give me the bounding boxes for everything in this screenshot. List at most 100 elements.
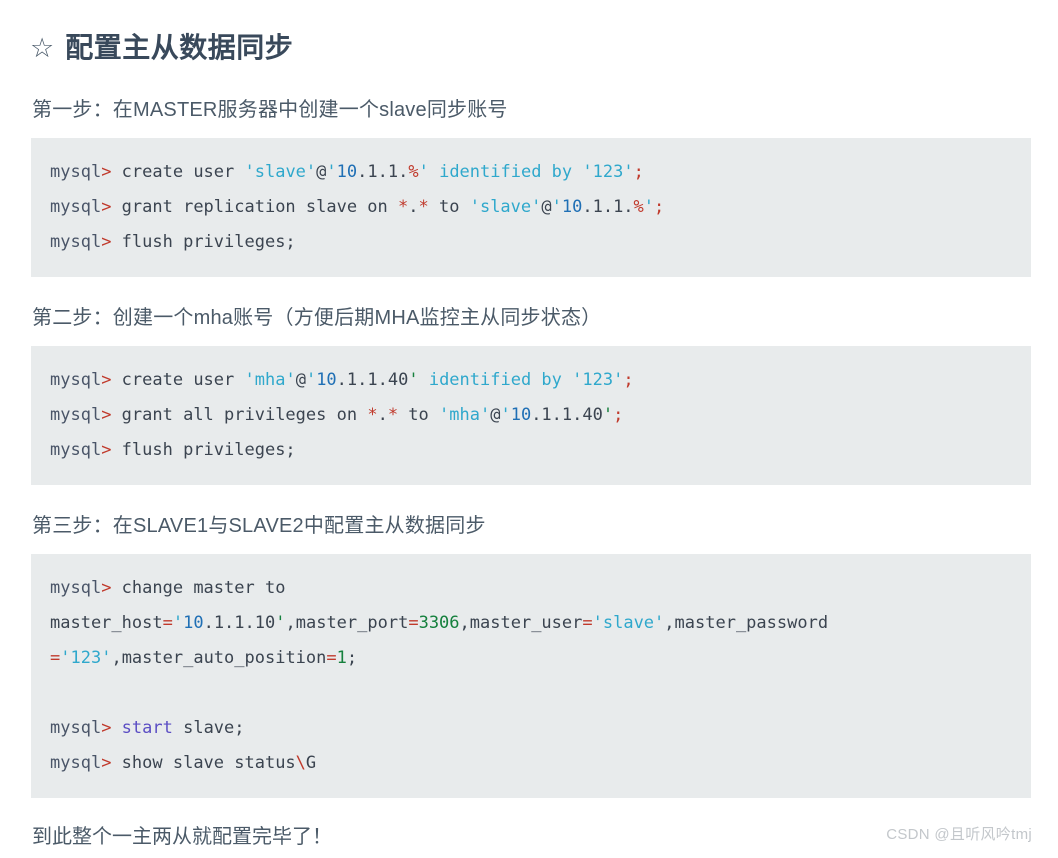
code-token: ,	[459, 613, 470, 633]
code-token: start	[121, 718, 173, 738]
code-token: 10	[561, 197, 583, 217]
code-token: '	[408, 370, 419, 390]
code-token: create user	[121, 162, 245, 182]
code-token: to	[428, 197, 470, 217]
code-token: 10	[336, 162, 358, 182]
code-token: *	[387, 405, 399, 425]
code-line: mysql> change master to	[50, 571, 1011, 606]
code-block-2[interactable]: mysql> create user 'mha'@'10.1.1.40' ide…	[31, 346, 1031, 485]
code-token: create user	[121, 370, 245, 390]
code-token: master_port	[295, 613, 409, 633]
star-icon: ☆	[30, 33, 55, 63]
code-token: ,	[664, 613, 675, 633]
code-block-1[interactable]: mysql> create user 'slave'@'10.1.1.%' id…	[31, 138, 1031, 277]
code-token: 3306	[418, 613, 460, 633]
code-token: =	[582, 613, 593, 633]
code-token: '123'	[60, 648, 112, 668]
code-token: >	[101, 232, 122, 252]
code-token: mysql	[50, 578, 102, 598]
code-token: =	[326, 648, 337, 668]
code-line: mysql> show slave status\G	[50, 746, 1011, 781]
code-token: master_password	[674, 613, 829, 633]
page-title: ☆ 配置主从数据同步	[30, 22, 1031, 65]
code-line: master_host='10.1.1.10',master_port=3306…	[50, 606, 1011, 641]
code-token: @	[490, 405, 501, 425]
closing-text: 到此整个一主两从就配置完毕了！	[32, 826, 332, 848]
code-token: @	[316, 162, 327, 182]
code-token: =	[408, 613, 419, 633]
code-token: mysql	[50, 405, 102, 425]
code-token: ,	[111, 648, 122, 668]
code-token: =	[50, 648, 61, 668]
code-token: change master to	[121, 578, 286, 598]
code-token: >	[101, 440, 122, 460]
code-line: mysql> flush privileges;	[50, 433, 1011, 468]
code-token: ;	[623, 370, 634, 390]
code-token: '	[172, 613, 184, 633]
code-token: 'slave'	[592, 613, 665, 633]
code-token: @	[295, 370, 306, 390]
code-token: mysql	[50, 718, 102, 738]
code-token: 10	[510, 405, 532, 425]
code-token: >	[101, 405, 122, 425]
code-line: ='123',master_auto_position=1;	[50, 641, 1011, 676]
code-token: mysql	[50, 753, 102, 773]
code-token: '	[305, 370, 317, 390]
code-token: ;	[613, 405, 624, 425]
code-line: mysql> flush privileges;	[50, 225, 1011, 260]
code-token: .1.1.40	[531, 405, 603, 425]
code-token: .1.1.	[357, 162, 409, 182]
code-token: 'mha'	[244, 370, 296, 390]
code-token: >	[101, 370, 122, 390]
watermark: CSDN @且听风吟tmj	[886, 826, 1032, 843]
code-token: \	[295, 753, 306, 773]
code-token: >	[101, 197, 122, 217]
code-token: identified by	[428, 370, 562, 390]
code-token: *	[367, 405, 378, 425]
code-token: '	[643, 197, 655, 217]
code-token: '123'	[572, 370, 624, 390]
code-token: show slave status	[121, 753, 296, 773]
code-token: %	[408, 162, 419, 182]
code-token: 'slave'	[244, 162, 317, 182]
code-token: 'slave'	[469, 197, 542, 217]
code-token: grant replication slave on	[121, 197, 399, 217]
code-token: grant all privileges on	[121, 405, 368, 425]
code-token: master_user	[469, 613, 583, 633]
document-page: ☆ 配置主从数据同步 第一步：在MASTER服务器中创建一个slave同步账号 …	[0, 0, 1058, 858]
step-heading-1: 第一步：在MASTER服务器中创建一个slave同步账号	[32, 99, 508, 121]
code-token: master_host	[50, 613, 163, 633]
code-token: >	[101, 753, 122, 773]
code-token: '	[602, 405, 614, 425]
code-token: '123'	[582, 162, 634, 182]
code-token: '	[275, 613, 286, 633]
code-token: >	[101, 718, 122, 738]
code-token: mysql	[50, 370, 102, 390]
code-block-3[interactable]: mysql> change master to master_host='10.1…	[31, 554, 1031, 798]
step-heading-2: 第二步：创建一个mha账号（方便后期MHA监控主从同步状态）	[32, 307, 602, 329]
code-token: flush privileges;	[121, 440, 296, 460]
code-token: >	[101, 578, 122, 598]
code-token: '	[326, 162, 337, 182]
code-token: *	[418, 197, 429, 217]
code-token: to	[398, 405, 440, 425]
step-heading-3: 第三步：在SLAVE1与SLAVE2中配置主从数据同步	[32, 515, 486, 537]
code-token: =	[162, 613, 173, 633]
code-token: 10	[316, 370, 337, 390]
code-token: G	[305, 753, 317, 773]
code-token: 'mha'	[439, 405, 491, 425]
code-token: identified by	[439, 162, 573, 182]
code-token: .1.1.10	[203, 613, 276, 633]
code-token: ;	[346, 648, 358, 668]
code-token: ;	[633, 162, 644, 182]
code-token: .	[408, 197, 419, 217]
code-line: mysql> grant all privileges on *.* to 'm…	[50, 398, 1011, 433]
code-token: mysql	[50, 162, 102, 182]
code-token: '	[418, 162, 429, 182]
code-token: .	[377, 405, 388, 425]
code-token: slave;	[172, 718, 245, 738]
code-line: mysql> start slave;	[50, 711, 1011, 746]
